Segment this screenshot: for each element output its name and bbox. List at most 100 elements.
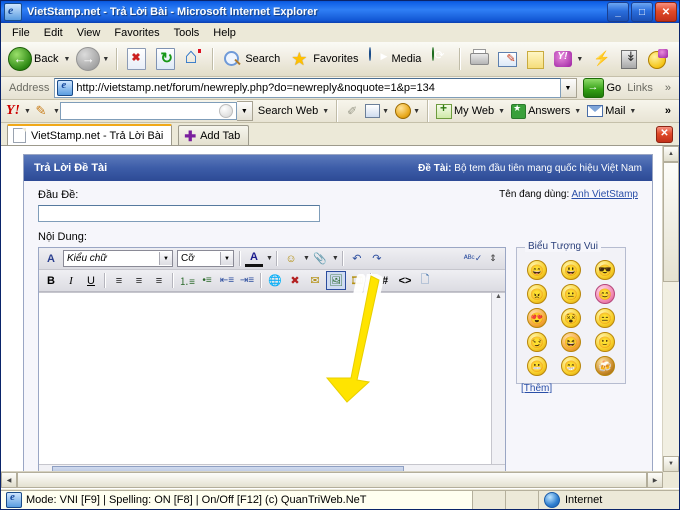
resize-icon[interactable]: ⇕ — [484, 250, 502, 267]
messenger-button[interactable] — [586, 45, 614, 73]
chevron-down-icon[interactable]: ▼ — [159, 252, 172, 265]
scroll-up-icon[interactable]: ▲ — [495, 293, 502, 300]
insert-html-icon[interactable]: <> — [396, 272, 414, 289]
tab-vietstamp[interactable]: VietStamp.net - Trả Lời Bài — [7, 124, 173, 145]
smiley-item[interactable]: 😍 — [527, 308, 547, 328]
page-vertical-scrollbar[interactable]: ▲ ▼ — [662, 146, 679, 472]
go-button[interactable]: → Go — [582, 78, 621, 98]
insert-code-icon[interactable]: # — [376, 272, 394, 289]
chevron-down-icon[interactable]: ▼ — [322, 108, 329, 115]
align-left-icon[interactable]: ≡ — [110, 272, 128, 289]
more-smilies-link[interactable]: [Thêm] — [521, 383, 621, 394]
yahoo-button[interactable]: ▼ — [549, 45, 586, 73]
add-tab-button[interactable]: ✚ Add Tab — [178, 125, 250, 145]
scroll-left-icon[interactable]: ◀ — [1, 472, 17, 488]
insert-video-icon[interactable]: 🎞 — [348, 272, 366, 289]
links-chevron-icon[interactable]: » — [659, 82, 677, 94]
refresh-button[interactable] — [151, 45, 180, 73]
menu-item-help[interactable]: Help — [206, 25, 243, 41]
close-tab-button[interactable]: ✕ — [656, 126, 673, 143]
smiley-item[interactable]: 😠 — [527, 284, 547, 304]
smiley-item[interactable]: 😆 — [561, 332, 581, 352]
smiley-icon[interactable]: ☺ — [282, 250, 300, 267]
scroll-right-icon[interactable]: ▶ — [647, 472, 663, 488]
favorites-button[interactable]: ★ Favorites — [286, 45, 364, 73]
answers-button[interactable]: Answers ▼ — [508, 103, 584, 119]
smiley-item[interactable]: 😎 — [595, 260, 615, 280]
menu-item-view[interactable]: View — [70, 25, 108, 41]
vscroll-thumb[interactable] — [663, 162, 679, 282]
back-button[interactable]: ← Back ▼ — [5, 45, 73, 73]
smiley-item[interactable]: 😵 — [561, 308, 581, 328]
chevron-down-icon[interactable]: ▼ — [102, 56, 109, 63]
insert-link-icon[interactable]: 🌐 — [266, 272, 284, 289]
chevron-down-icon[interactable]: ▼ — [498, 108, 505, 115]
menu-item-tools[interactable]: Tools — [167, 25, 207, 41]
subject-input[interactable] — [38, 205, 320, 222]
smiley-item[interactable]: 🍻 — [595, 356, 615, 376]
edit-button[interactable] — [493, 45, 521, 73]
font-size-select[interactable]: Cỡ ▼ — [177, 250, 234, 267]
emoticon-button[interactable] — [642, 45, 670, 73]
smiley-item[interactable]: 😄 — [527, 260, 547, 280]
chevron-down-icon[interactable]: ▼ — [382, 108, 389, 115]
chevron-down-icon[interactable]: ▼ — [629, 108, 636, 115]
username-link[interactable]: Anh VietStamp — [571, 189, 638, 200]
chevron-down-icon[interactable]: ▼ — [63, 56, 70, 63]
print-button[interactable] — [465, 45, 493, 73]
chevron-down-icon[interactable]: ▼ — [332, 255, 339, 262]
insert-image-icon[interactable]: 🖼 — [326, 271, 346, 290]
history-button[interactable] — [427, 45, 455, 73]
anti-spy-button[interactable]: ▼ — [392, 103, 423, 119]
chevron-down-icon[interactable]: ▼ — [574, 108, 581, 115]
chevron-down-icon[interactable]: ▼ — [24, 108, 31, 115]
scroll-down-icon[interactable]: ▼ — [663, 456, 679, 472]
menu-item-file[interactable]: File — [5, 25, 37, 41]
scroll-up-icon[interactable]: ▲ — [663, 146, 679, 162]
home-button[interactable] — [180, 43, 208, 73]
redo-icon[interactable]: ↷ — [368, 250, 386, 267]
popup-blocker-button[interactable]: ▼ — [362, 104, 392, 118]
chevron-down-icon[interactable]: ▼ — [413, 108, 420, 115]
message-textarea[interactable]: ▲ ▼ — [39, 292, 505, 472]
forward-button[interactable]: → ▼ — [73, 45, 112, 73]
italic-icon[interactable]: I — [62, 272, 80, 289]
smiley-item[interactable]: 😑 — [595, 308, 615, 328]
smiley-item[interactable]: 😁 — [561, 356, 581, 376]
ordered-list-icon[interactable]: ⒈≡ — [178, 272, 196, 289]
smiley-item[interactable]: 🙂 — [595, 332, 615, 352]
font-family-select[interactable]: Kiểu chữ ▼ — [63, 250, 173, 267]
chevron-down-icon[interactable]: ▼ — [266, 255, 273, 262]
chevron-down-icon[interactable]: ▼ — [53, 108, 60, 115]
bold-icon[interactable]: B — [42, 272, 60, 289]
yahoo-logo-icon[interactable]: Y! — [4, 103, 22, 119]
font-style-icon[interactable]: A — [42, 250, 60, 267]
pencil-icon[interactable]: ✎ — [32, 103, 50, 120]
underline-icon[interactable]: U — [82, 272, 100, 289]
smiley-item[interactable]: 😬 — [527, 356, 547, 376]
yahoo-overflow-icon[interactable]: » — [665, 105, 671, 117]
smiley-item[interactable]: 😊 — [595, 284, 615, 304]
minimize-button[interactable]: _ — [607, 2, 629, 22]
align-center-icon[interactable]: ≡ — [130, 272, 148, 289]
chevron-down-icon[interactable]: ▼ — [576, 56, 583, 63]
spellcheck-icon[interactable]: ᴬᴮᶜ✓ — [464, 250, 483, 267]
chevron-down-icon[interactable]: ▼ — [220, 252, 233, 265]
highlighter-icon[interactable]: ✐ — [343, 103, 361, 120]
undo-icon[interactable]: ↶ — [348, 250, 366, 267]
indent-icon[interactable]: ⇥≡ — [238, 272, 256, 289]
search-web-button[interactable]: Search Web ▼ — [253, 105, 332, 117]
stop-button[interactable] — [122, 45, 151, 73]
my-web-button[interactable]: My Web ▼ — [433, 101, 508, 119]
address-input[interactable]: http://vietstamp.net/forum/newreply.php?… — [54, 78, 561, 98]
mail-button[interactable]: Mail ▼ — [584, 105, 639, 117]
attach-icon[interactable]: 📎 — [311, 250, 329, 267]
notes-button[interactable] — [521, 45, 549, 73]
menu-item-edit[interactable]: Edit — [37, 25, 70, 41]
insert-quote-icon[interactable]: 🗋 — [416, 272, 434, 289]
yahoo-search-input[interactable] — [59, 102, 237, 120]
font-color-icon[interactable]: A — [245, 251, 263, 267]
page-horizontal-scrollbar[interactable]: ◀ ▶ — [1, 471, 663, 488]
smiley-item[interactable]: 😏 — [527, 332, 547, 352]
maximize-button[interactable]: □ — [631, 2, 653, 22]
